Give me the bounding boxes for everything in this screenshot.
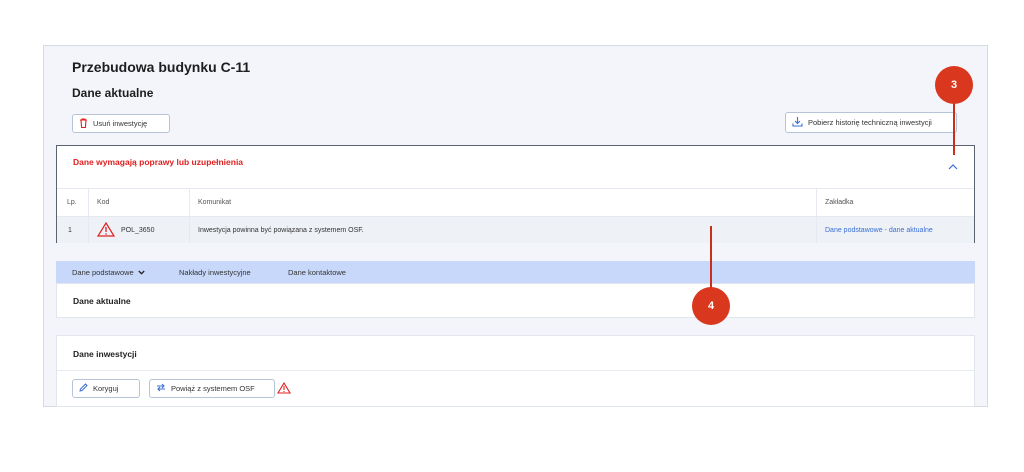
row-komunikat: Inwestycja powinna być powiązana z syste… <box>198 226 364 234</box>
tab-bar: Dane podstawowe Nakłady inwestycyjne Dan… <box>56 261 975 283</box>
current-data-section: Dane aktualne <box>56 283 975 318</box>
download-icon <box>792 116 803 129</box>
investment-data-title: Dane inwestycji <box>73 349 137 359</box>
edit-label: Koryguj <box>93 384 119 393</box>
chevron-down-icon <box>138 268 145 277</box>
errors-panel-title: Dane wymagają poprawy lub uzupełnienia <box>73 157 244 167</box>
download-history-button[interactable]: Pobierz historię techniczną inwestycji <box>785 112 957 133</box>
warning-icon <box>96 221 116 239</box>
current-data-title: Dane aktualne <box>73 296 131 306</box>
download-history-label: Pobierz historię techniczną inwestycji <box>808 118 932 127</box>
marker-4: 4 <box>692 287 730 325</box>
tab-naklady-inwestycyjne[interactable]: Nakłady inwestycyjne <box>179 261 251 283</box>
errors-table-header: Lp. Kod Komunikat Zakładka <box>57 188 974 216</box>
column-zakladka: Zakładka <box>825 199 854 206</box>
warning-icon <box>277 381 291 399</box>
marker-4-line <box>710 226 712 296</box>
delete-investment-button[interactable]: Usuń inwestycję <box>72 114 170 133</box>
table-row: 1 POL_3650 Inwestycja powinna być powiąz… <box>57 216 974 243</box>
swap-icon <box>156 383 166 394</box>
errors-panel: Dane wymagają poprawy lub uzupełnienia L… <box>56 145 975 243</box>
trash-icon <box>79 117 88 130</box>
column-kod: Kod <box>97 199 110 206</box>
chevron-up-icon[interactable] <box>948 157 958 175</box>
link-osf-label: Powiąż z systemem OSF <box>171 384 255 393</box>
edit-button[interactable]: Koryguj <box>72 379 140 398</box>
marker-3-line <box>953 100 955 155</box>
row-kod: POL_3650 <box>121 226 155 234</box>
page-subtitle: Dane aktualne <box>72 86 154 100</box>
column-lp: Lp. <box>67 199 77 206</box>
marker-3: 3 <box>935 66 973 104</box>
tab-dane-kontaktowe[interactable]: Dane kontaktowe <box>288 261 346 283</box>
column-komunikat: Komunikat <box>198 199 232 206</box>
delete-investment-label: Usuń inwestycję <box>93 119 148 128</box>
pencil-icon <box>79 383 88 394</box>
row-lp: 1 <box>68 226 72 234</box>
tab-dane-podstawowe[interactable]: Dane podstawowe <box>72 261 145 283</box>
link-osf-button[interactable]: Powiąż z systemem OSF <box>149 379 275 398</box>
page-title: Przebudowa budynku C-11 <box>72 59 251 75</box>
row-zakladka-link[interactable]: Dane podstawowe - dane aktualne <box>817 217 933 243</box>
